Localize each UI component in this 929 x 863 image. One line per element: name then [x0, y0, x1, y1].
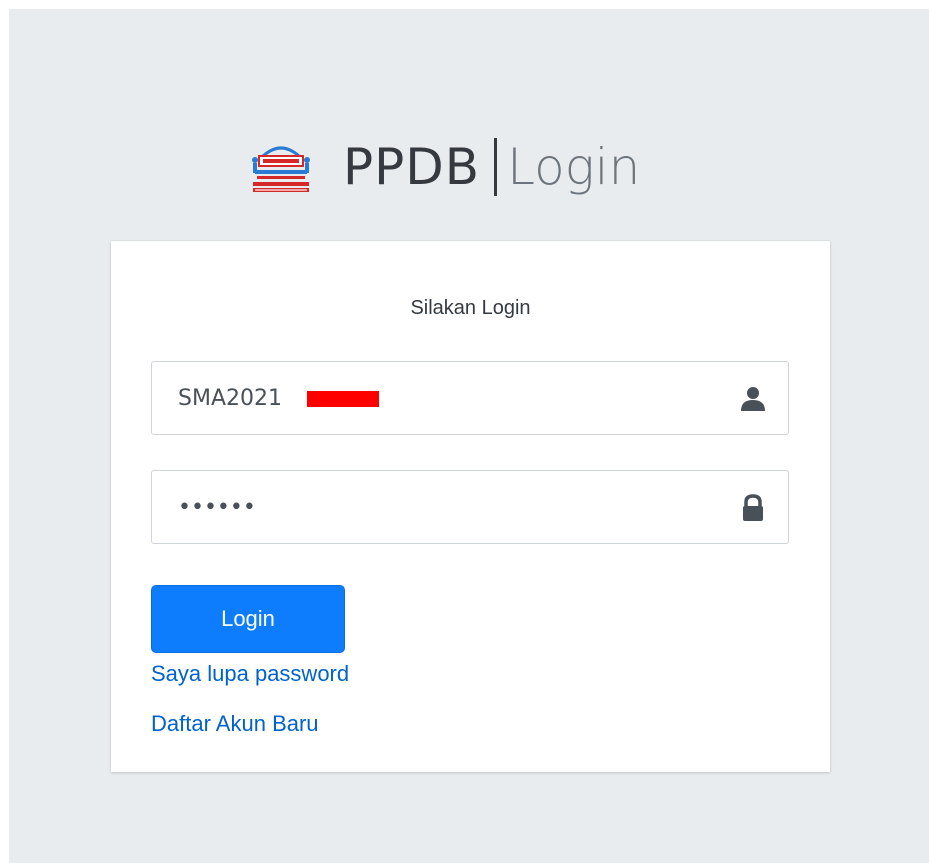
login-card-title: Silakan Login [410, 297, 531, 319]
password-input[interactable] [152, 471, 738, 543]
brand-page-title: Login [507, 138, 641, 196]
school-logo-icon [252, 146, 310, 192]
page-background: PPDB Login Silakan Login Login Saya lupa… [9, 9, 929, 863]
user-icon [741, 387, 765, 411]
lock-icon [743, 494, 763, 521]
register-link[interactable]: Daftar Akun Baru [151, 711, 319, 737]
redaction-mark [307, 391, 379, 407]
forgot-password-link[interactable]: Saya lupa password [151, 661, 349, 687]
brand-divider [494, 138, 498, 196]
login-button[interactable]: Login [151, 585, 345, 653]
brand-header: PPDB Login [245, 127, 640, 207]
username-input[interactable] [152, 362, 738, 434]
username-field-group [151, 361, 789, 435]
brand-name: PPDB [343, 138, 481, 196]
password-field-group [151, 470, 789, 544]
login-card: Silakan Login Login Saya lupa password D… [111, 241, 830, 772]
